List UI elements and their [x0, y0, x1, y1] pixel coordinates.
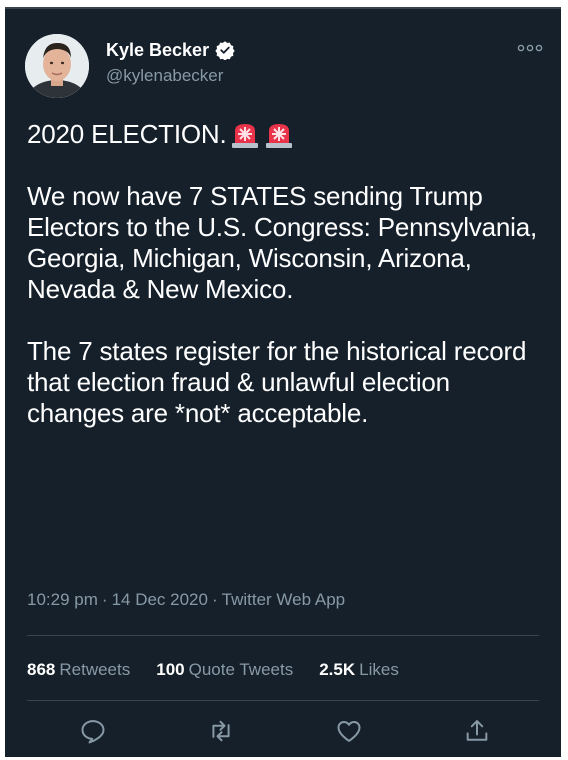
likes-count: 2.5K [319, 660, 356, 679]
tweet-actions [5, 717, 561, 747]
more-icon[interactable] [517, 43, 543, 53]
tweet-paragraph-2: We now have 7 STATES sending Trump Elect… [27, 181, 538, 304]
tweet-time[interactable]: 10:29 pm [27, 590, 98, 609]
quote-tweets-stat[interactable]: 100 Quote Tweets [156, 659, 293, 681]
retweets-label: Retweets [59, 660, 131, 679]
tweet-stats: 868 Retweets 100 Quote Tweets 2.5K Likes [27, 659, 425, 681]
avatar[interactable] [25, 34, 89, 98]
avatar-image [25, 34, 89, 98]
tweet-meta: 10:29 pm · 14 Dec 2020 · Twitter Web App [27, 589, 345, 611]
verified-badge-icon [215, 41, 235, 60]
author-name-row: Kyle Becker [106, 39, 235, 61]
quote-tweets-label: Quote Tweets [188, 660, 294, 679]
tweet-source[interactable]: Twitter Web App [222, 590, 345, 609]
author-name[interactable]: Kyle Becker [106, 39, 209, 61]
tweet-paragraph-3: The 7 states register for the historical… [27, 336, 527, 428]
author-handle[interactable]: @kylenabecker [106, 66, 223, 86]
like-icon[interactable] [335, 717, 363, 745]
retweet-icon[interactable] [207, 717, 235, 745]
siren-emoji [231, 123, 258, 148]
tweet-date[interactable]: 14 Dec 2020 [112, 590, 208, 609]
share-icon[interactable] [463, 717, 491, 745]
reply-icon[interactable] [79, 717, 107, 745]
screenshot-frame: Kyle Becker @kylenabecker 2020 ELECTION. [0, 0, 568, 760]
tweet-card: Kyle Becker @kylenabecker 2020 ELECTION. [5, 7, 561, 757]
tweet-text: 2020 ELECTION. We now have 7 STATES send… [27, 119, 547, 429]
meta-separator: · [101, 590, 108, 609]
quote-tweets-count: 100 [156, 660, 185, 679]
divider-top [27, 635, 539, 636]
meta-separator: · [211, 590, 218, 609]
likes-label: Likes [359, 660, 399, 679]
likes-stat[interactable]: 2.5K Likes [319, 659, 399, 681]
siren-emoji [265, 123, 292, 148]
tweet-headline: 2020 ELECTION. [27, 119, 227, 149]
divider-bottom [27, 700, 539, 701]
retweets-count: 868 [27, 660, 56, 679]
tweet-line-1: 2020 ELECTION. [27, 119, 547, 150]
retweets-stat[interactable]: 868 Retweets [27, 659, 130, 681]
